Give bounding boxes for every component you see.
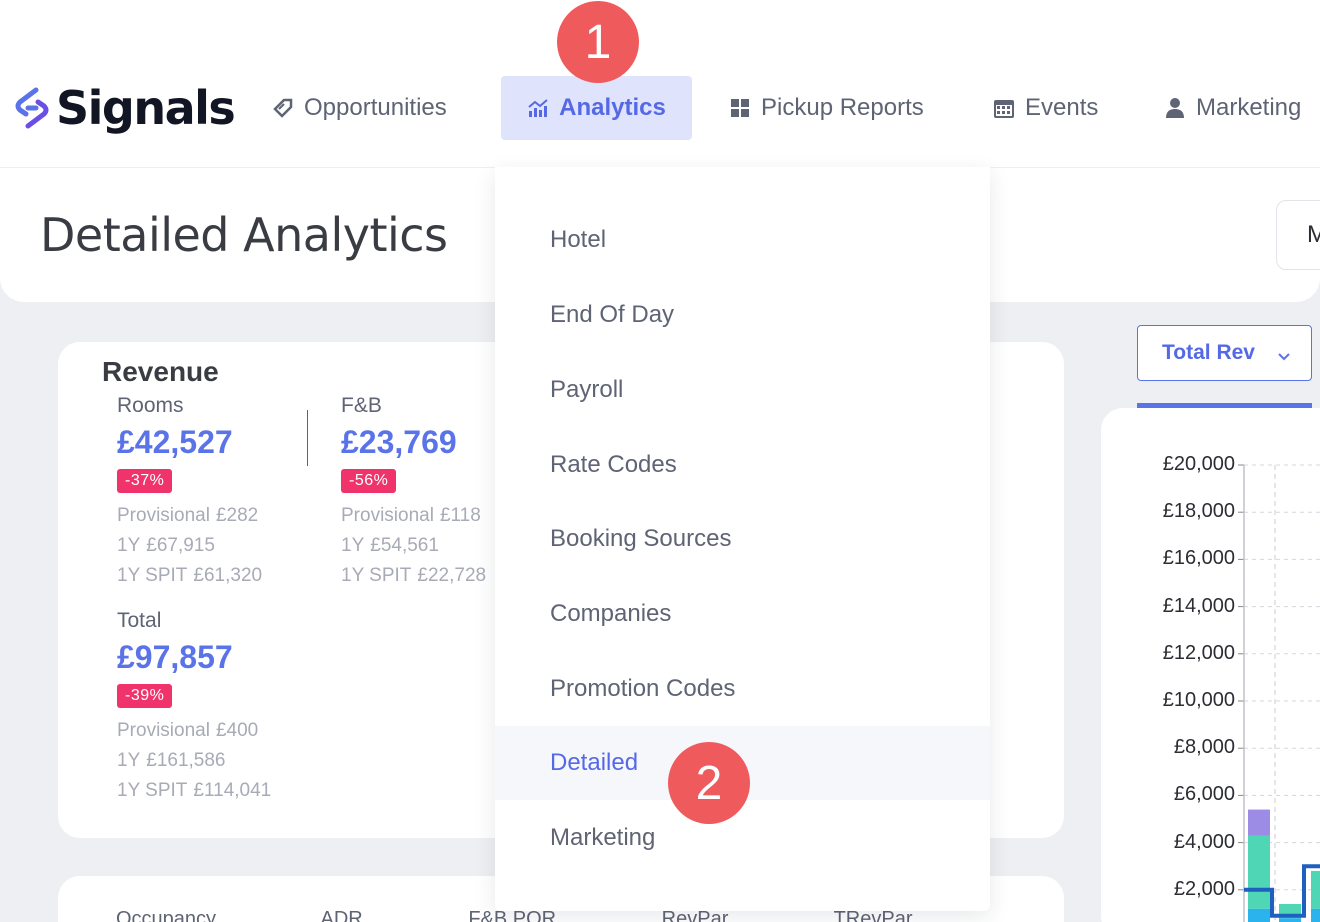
- last-year-spit-line: 1Y SPIT £114,041: [117, 780, 272, 801]
- nav-label: Marketing: [1196, 94, 1302, 121]
- dropdown-item-rate-codes[interactable]: Rate Codes: [495, 428, 990, 502]
- revenue-chart-card: £20,000 £18,000 £16,000 £14,000 £12,000 £10,0…: [1101, 408, 1320, 922]
- dropdown-item-hotel[interactable]: Hotel: [495, 203, 990, 277]
- calendar-icon: [993, 97, 1015, 119]
- last-year-line: 1Y £54,561: [341, 535, 439, 556]
- provisional-line: Provisional £282: [117, 505, 259, 526]
- metric-label: F&B: [341, 394, 382, 417]
- bar-segment: [1311, 870, 1320, 909]
- bar-segment: [1248, 809, 1270, 836]
- metric-value: £42,527: [117, 424, 233, 460]
- change-badge: -56%: [341, 469, 397, 493]
- provisional-line: Provisional £118: [341, 505, 481, 526]
- metric-value: £23,769: [341, 424, 457, 460]
- top-navigation-bar: Signals Opportunities Analytics Pickup R…: [0, 0, 1320, 167]
- nav-item-opportunities[interactable]: Opportunities: [272, 76, 447, 140]
- last-year-spit-line: 1Y SPIT £22,728: [341, 565, 487, 586]
- metric-label: Rooms: [117, 394, 184, 417]
- bar-segment: [1248, 908, 1270, 922]
- header-right-button-label: M: [1307, 221, 1320, 249]
- nav-item-analytics[interactable]: Analytics: [501, 76, 692, 140]
- bar-segment: [1311, 908, 1320, 922]
- metric-label: Total: [117, 609, 162, 632]
- nav-label: Events: [1025, 94, 1099, 121]
- metric-divider: [307, 410, 308, 466]
- last-year-line: 1Y £67,915: [117, 535, 215, 556]
- brand-logo[interactable]: Signals: [14, 80, 236, 136]
- metric-value: £97,857: [117, 639, 233, 675]
- change-badge: -39%: [117, 684, 173, 708]
- nav-item-marketing[interactable]: Marketing: [1164, 76, 1301, 140]
- nav-item-pickup-reports[interactable]: Pickup Reports: [729, 76, 924, 140]
- bar-segment: [1279, 918, 1301, 922]
- dropdown-item-marketing[interactable]: Marketing: [495, 801, 990, 875]
- step-1-annotation: 1: [557, 1, 639, 83]
- nav-label: Analytics: [559, 94, 666, 121]
- brand-name: Signals: [56, 81, 236, 135]
- tag-icon: [272, 97, 294, 119]
- dropdown-item-booking-sources[interactable]: Booking Sources: [495, 502, 990, 576]
- nav-item-events[interactable]: Events: [993, 76, 1098, 140]
- signals-logo-icon: [14, 86, 50, 130]
- rooms-metric: Rooms £42,527 -37% Provisional £282 1Y £67…: [117, 394, 262, 591]
- chart-metric-selected: Total Rev: [1162, 341, 1255, 364]
- dropdown-item-companies[interactable]: Companies: [495, 577, 990, 651]
- provisional-line: Provisional £400: [117, 720, 259, 741]
- chart-metric-select[interactable]: Total Rev: [1137, 325, 1312, 381]
- last-year-line: 1Y £161,586: [117, 750, 226, 771]
- change-badge: -37%: [117, 469, 173, 493]
- nav-label: Opportunities: [304, 94, 447, 121]
- revenue-chart: [1238, 464, 1320, 922]
- bar-segment: [1248, 835, 1270, 909]
- nav-label: Pickup Reports: [761, 94, 924, 121]
- chevron-down-icon: [1277, 346, 1291, 370]
- grid-icon: [729, 97, 751, 119]
- kpi-occupancy: Occupancy: [116, 908, 217, 922]
- chart-icon: [527, 97, 549, 119]
- dropdown-item-end-of-day[interactable]: End Of Day: [495, 278, 990, 352]
- last-year-spit-line: 1Y SPIT £61,320: [117, 565, 263, 586]
- fb-metric: F&B £23,769 -56% Provisional £118 1Y £54,5…: [341, 394, 486, 591]
- user-icon: [1164, 97, 1186, 119]
- dropdown-item-payroll[interactable]: Payroll: [495, 353, 990, 427]
- step-2-annotation: 2: [668, 742, 750, 824]
- kpi-adr: ADR: [320, 908, 363, 922]
- total-metric: Total £97,857 -39% Provisional £400 1Y £16…: [117, 609, 271, 806]
- revenue-title: Revenue: [102, 356, 219, 387]
- page-title: Detailed Analytics: [40, 208, 448, 262]
- dropdown-item-promotion-codes[interactable]: Promotion Codes: [495, 652, 990, 726]
- header-right-button[interactable]: M: [1276, 200, 1320, 270]
